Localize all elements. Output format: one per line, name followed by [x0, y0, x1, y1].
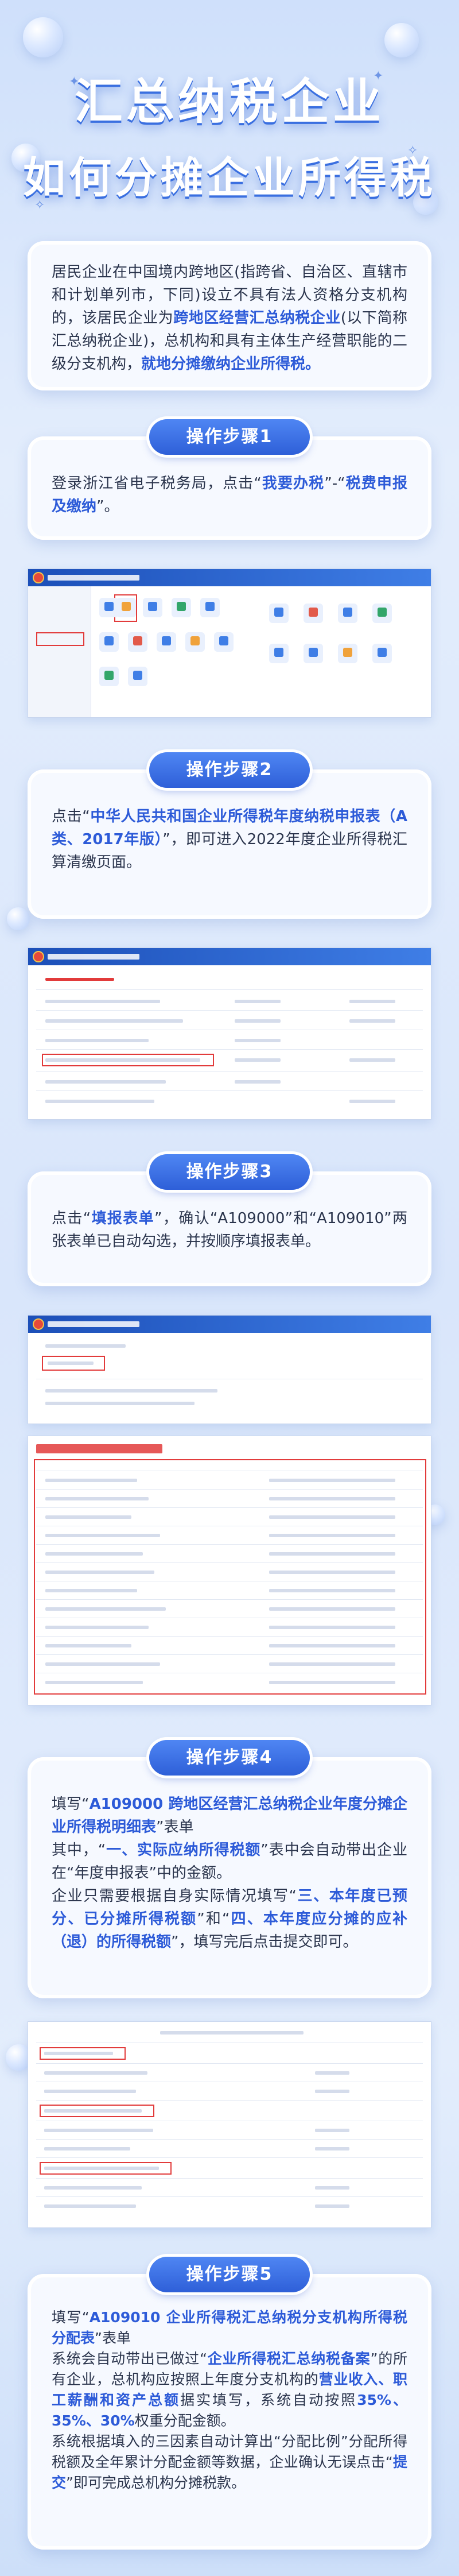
body-text: 点击“	[52, 808, 90, 825]
step-4-badge: 操作步骤4	[149, 1740, 310, 1776]
step-3-badge: 操作步骤3	[149, 1154, 310, 1190]
emblem-icon	[33, 951, 44, 962]
body-text: 系统会自动带出已做过“	[52, 2350, 207, 2367]
body-text: 填写“	[52, 1796, 90, 1813]
body-text: ”即可完成总机构分摊税款。	[66, 2474, 246, 2491]
body-text: 填写“	[52, 2309, 90, 2326]
step-1-text: 登录浙江省电子税务局，点击“我要办税”-“税费申报及缴纳”。	[52, 472, 407, 518]
body-text: 系统根据填入的三因素自动计算出“分配比例”分配所得税额及全年累计分配金额等数据，…	[52, 2433, 407, 2470]
body-text: 点击“	[52, 1210, 91, 1227]
step-2-badge: 操作步骤2	[149, 752, 310, 788]
step-5-badge: 操作步骤5	[149, 2257, 310, 2292]
step-3-text: 点击“填报表单”，确认“A109000”和“A109010”两张表单已自动勾选，…	[52, 1207, 407, 1253]
decorative-bubble-icon	[384, 23, 419, 57]
highlight-text: 跨地区经营汇总纳税企业	[173, 310, 341, 327]
emblem-icon	[33, 572, 44, 583]
highlight-text: A109000 跨地区经营汇总纳税企业年度分摊企业所得税明细表	[52, 1796, 407, 1836]
step-3-screenshot-a	[28, 1315, 431, 1424]
step-2-card: 点击“中华人民共和国企业所得税年度纳税申报表（A类、2017年版）”，即可进入2…	[28, 769, 431, 919]
page-title: 汇总纳税企业	[74, 74, 384, 130]
body-text: 权重分配金额。	[134, 2412, 235, 2429]
body-text: ”和“	[197, 1910, 230, 1928]
body-text: 登录浙江省电子税务局，点击“	[52, 475, 262, 492]
page-subtitle: 如何分摊企业所得税	[23, 153, 436, 203]
body-text: ”表单	[95, 2330, 131, 2346]
step-2-screenshot	[28, 947, 431, 1120]
decorative-bubble-icon	[23, 17, 63, 57]
step-4-card: 填写“A109000 跨地区经营汇总纳税企业年度分摊企业所得税明细表”表单其中，…	[28, 1757, 431, 1998]
body-text: ”，填写完后点击提交即可。	[171, 1933, 358, 1951]
intro-text: 居民企业在中国境内跨地区(指跨省、自治区、直辖市和计划单列市，下同)设立不具有法…	[52, 261, 407, 376]
body-text: ”。	[96, 498, 119, 515]
decorative-bubble-icon	[7, 907, 30, 930]
body-text: ”表单	[156, 1819, 194, 1836]
step-5-text: 填写“A109010 企业所得税汇总纳税分支机构所得税分配表”表单 系统会自动带出…	[52, 2307, 407, 2493]
step-5-card: 填写“A109010 企业所得税汇总纳税分支机构所得税分配表”表单 系统会自动带出…	[28, 2274, 431, 2550]
emblem-icon	[33, 1318, 44, 1330]
intro-card: 居民企业在中国境内跨地区(指跨省、自治区、直辖市和计划单列市，下同)设立不具有法…	[28, 241, 431, 390]
step-2-text: 点击“中华人民共和国企业所得税年度纳税申报表（A类、2017年版）”，即可进入2…	[52, 805, 407, 874]
page: ✦ ✦ ✧ ✧ 汇总纳税企业 如何分摊企业所得税 居民企业在中国境内跨地区(指跨…	[0, 0, 459, 2576]
step-1-screenshot	[28, 568, 431, 718]
highlight-text: 填报表单	[91, 1210, 155, 1227]
body-text: 企业只需要根据自身实际情况填写“	[52, 1887, 297, 1905]
highlight-text: 企业所得税汇总纳税备案	[207, 2350, 371, 2367]
body-text: 其中，“	[52, 1842, 106, 1859]
highlight-box	[36, 632, 84, 646]
highlight-box	[34, 1459, 426, 1695]
step-3-screenshot-b	[28, 1436, 431, 1705]
highlight-text: 我要办税	[261, 475, 325, 492]
step-4-text: 填写“A109000 跨地区经营汇总纳税企业年度分摊企业所得税明细表”表单其中，…	[52, 1793, 407, 1954]
body-text: 据实填写，系统自动按照	[180, 2392, 357, 2408]
step-4-screenshot	[28, 2021, 431, 2228]
step-1-badge: 操作步骤1	[149, 419, 310, 455]
highlight-text: 一、实际应纳所得税额	[106, 1842, 261, 1859]
body-text: ”-“	[324, 475, 345, 492]
highlight-text: 就地分摊缴纳企业所得税。	[141, 355, 321, 373]
